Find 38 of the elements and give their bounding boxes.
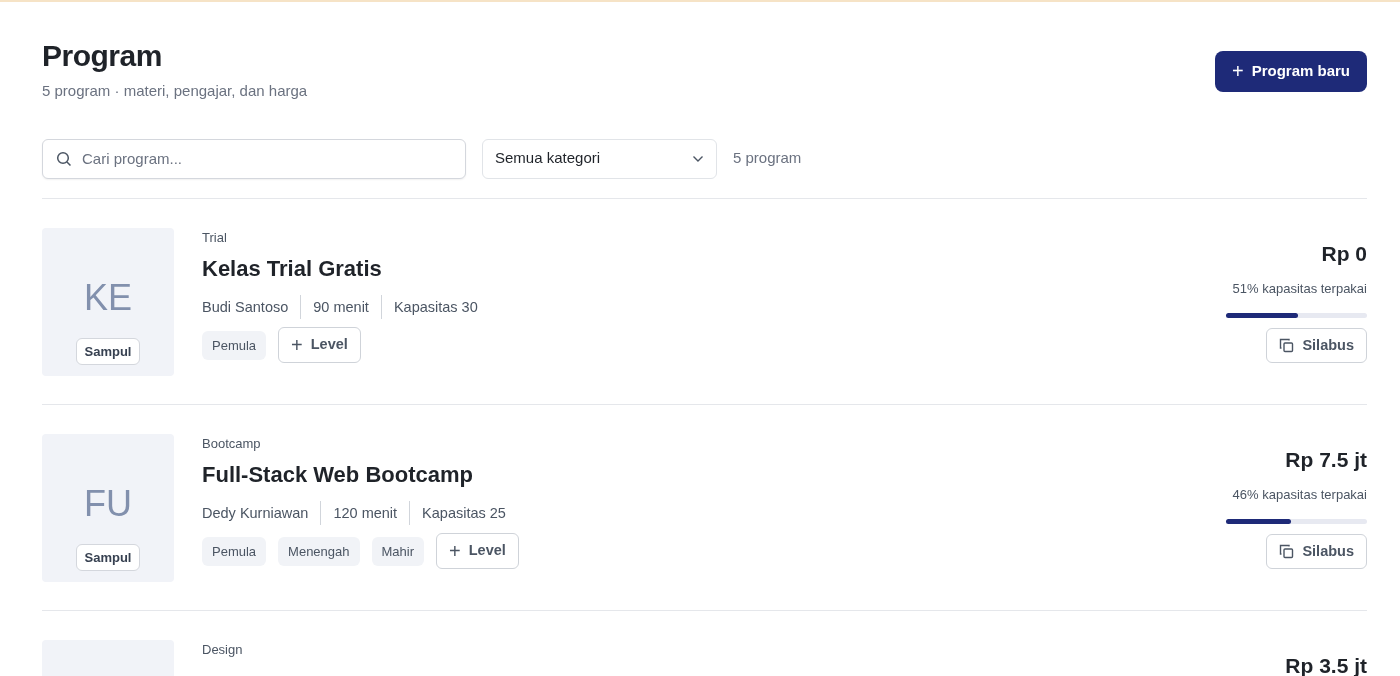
- copy-icon: [1279, 543, 1295, 559]
- program-count: 5 program: [733, 148, 802, 169]
- program-detail: 90 menit: [300, 295, 369, 320]
- level-tag: Mahir: [371, 536, 425, 566]
- program-detail: Kapasitas 25: [409, 501, 506, 526]
- program-category: Bootcamp: [202, 434, 262, 453]
- program-price: Rp 3.5 jt: [1285, 652, 1367, 676]
- category-dropdown[interactable]: Semua kategori: [482, 138, 717, 179]
- program-title: Full-Stack Web Bootcamp: [202, 462, 474, 489]
- search-icon: [56, 150, 72, 167]
- program-title: Kelas Trial Gratis: [202, 256, 383, 283]
- program-category: Trial: [202, 228, 228, 247]
- copy-icon: [1279, 337, 1295, 353]
- program-detail: Budi Santoso: [202, 298, 289, 318]
- syllabus-button[interactable]: Silabus: [1266, 533, 1367, 570]
- program-price: Rp 7.5 jt: [1285, 446, 1367, 473]
- cover-initials: FU: [84, 485, 132, 522]
- cover-button[interactable]: Sampul: [75, 543, 141, 572]
- add-level-button[interactable]: + Level: [278, 327, 361, 364]
- cover-initials: KE: [84, 279, 132, 316]
- chevron-down-icon: [692, 154, 704, 163]
- capacity-usage: 46% kapasitas terpakai: [1232, 486, 1367, 504]
- program-detail: 120 menit: [320, 501, 398, 526]
- page-title: Program: [42, 38, 163, 74]
- program-category: Design: [202, 640, 244, 659]
- add-level-button[interactable]: + Level: [436, 533, 519, 570]
- page-subtitle: 5 program · materi, pengajar, dan harga: [42, 81, 308, 101]
- program-detail: Dedy Kurniawan: [202, 504, 309, 524]
- level-tag: Menengah: [278, 536, 360, 566]
- level-tag: Pemula: [202, 536, 267, 566]
- level-tag: Pemula: [202, 330, 267, 360]
- cover-button[interactable]: Sampul: [75, 337, 141, 366]
- search-field[interactable]: Cari program...: [42, 138, 466, 179]
- program-detail: Kapasitas 30: [380, 295, 478, 320]
- capacity-usage: 51% kapasitas terpakai: [1232, 280, 1367, 298]
- program-price: Rp 0: [1321, 240, 1367, 267]
- syllabus-button[interactable]: Silabus: [1266, 327, 1367, 364]
- new-program-button[interactable]: + Program baru: [1214, 51, 1367, 92]
